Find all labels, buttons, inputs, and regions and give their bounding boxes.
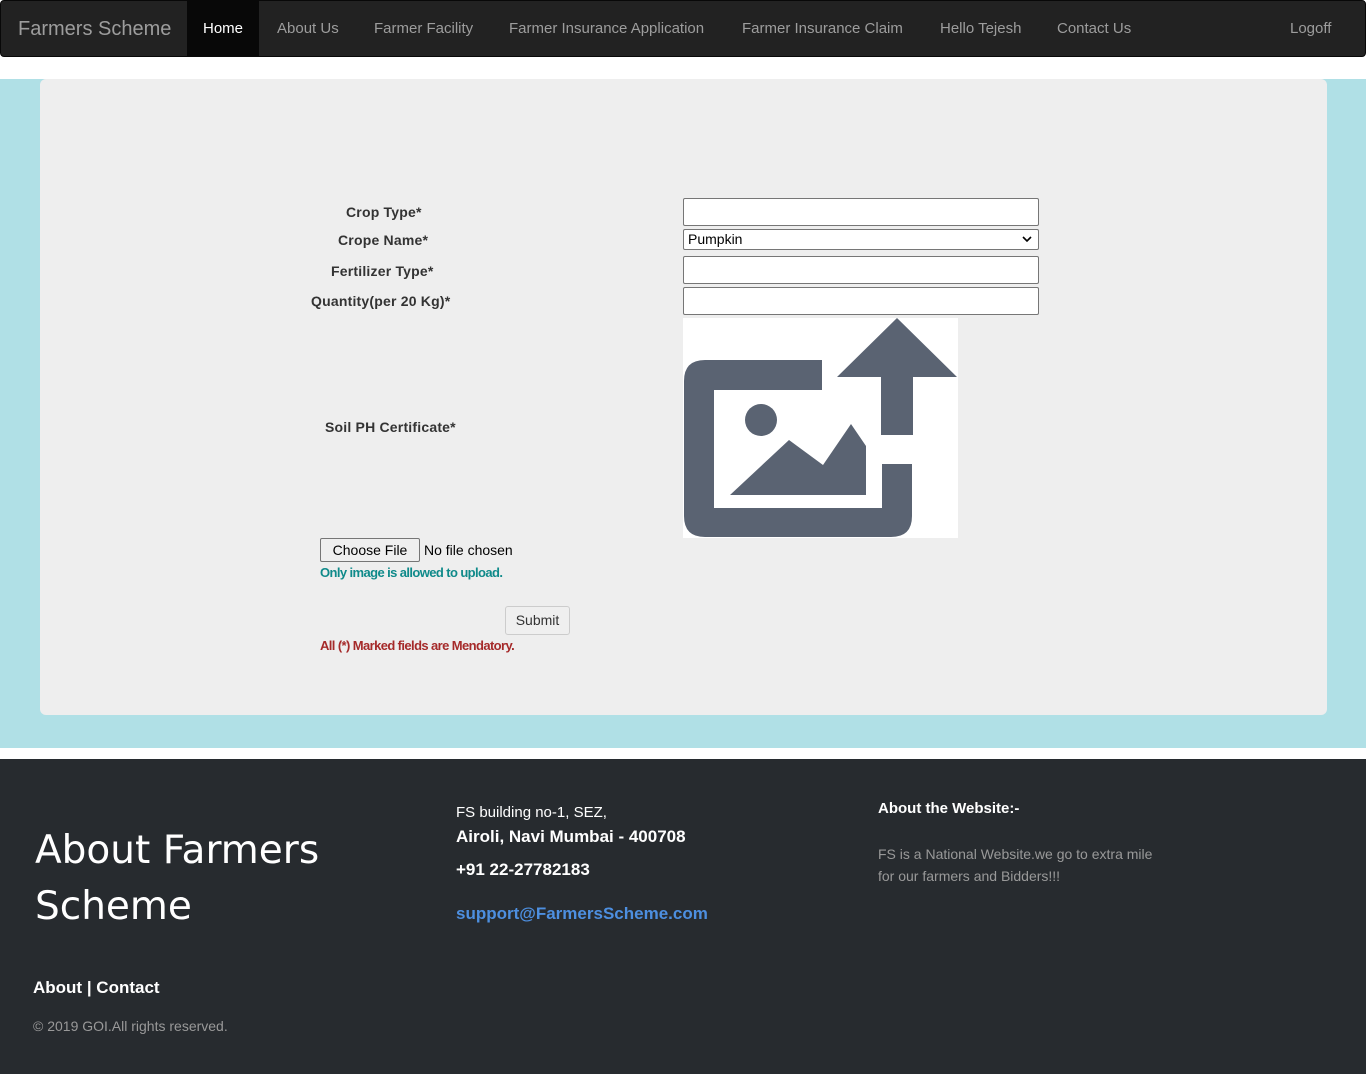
footer-about-text: FS is a National Website.we go to extra … [878,846,1153,884]
crop-name-selected: Pumpkin [688,231,743,247]
footer-address-line1: FS building no-1, SEZ, [456,804,607,821]
nav-farmer-facility[interactable]: Farmer Facility [374,1,473,57]
nav-insurance-application[interactable]: Farmer Insurance Application [509,1,704,57]
mandatory-note: All (*) Marked fields are Mendatory. [320,638,515,653]
nav-home[interactable]: Home [187,1,260,57]
chevron-down-icon [1022,230,1032,256]
file-status-text: No file chosen [424,542,513,558]
top-navbar: Farmers Scheme Home About Us Farmer Faci… [0,0,1366,57]
nav-contact-us[interactable]: Contact Us [1057,1,1131,57]
footer-email-link[interactable]: support@FarmersScheme.com [456,904,708,924]
choose-file-button[interactable]: Choose File [320,538,420,562]
nav-hello-user[interactable]: Hello Tejesh [940,1,1021,57]
crop-type-label: Crop Type* [346,204,422,220]
image-upload-icon [684,318,957,537]
footer-phone: +91 22-27782183 [456,860,590,879]
brand-link[interactable]: Farmers Scheme [18,1,171,57]
fertilizer-type-input[interactable] [683,256,1039,284]
crop-name-label: Crope Name* [338,232,429,248]
footer-copyright: © 2019 GOI.All rights reserved. [33,1018,228,1034]
footer-about-heading: About the Website:- [878,800,1020,817]
nav-insurance-claim[interactable]: Farmer Insurance Claim [742,1,903,57]
image-preview[interactable] [683,318,958,538]
nav-logoff[interactable]: Logoff [1290,1,1331,57]
quantity-label: Quantity(per 20 Kg)* [311,293,451,309]
footer-address-line2: Airoli, Navi Mumbai - 400708 [456,827,686,846]
crop-name-select[interactable]: Pumpkin [683,229,1039,250]
crop-type-input[interactable] [683,198,1039,226]
footer-links[interactable]: About | Contact [33,978,160,998]
nav-about-us[interactable]: About Us [277,1,339,57]
footer-title: About Farmers Scheme [35,828,320,929]
fertilizer-type-label: Fertilizer Type* [331,263,434,279]
quantity-input[interactable] [683,287,1039,315]
submit-button[interactable]: Submit [505,606,570,635]
soil-ph-label: Soil PH Certificate* [325,419,456,435]
image-only-note: Only image is allowed to upload. [320,565,503,580]
